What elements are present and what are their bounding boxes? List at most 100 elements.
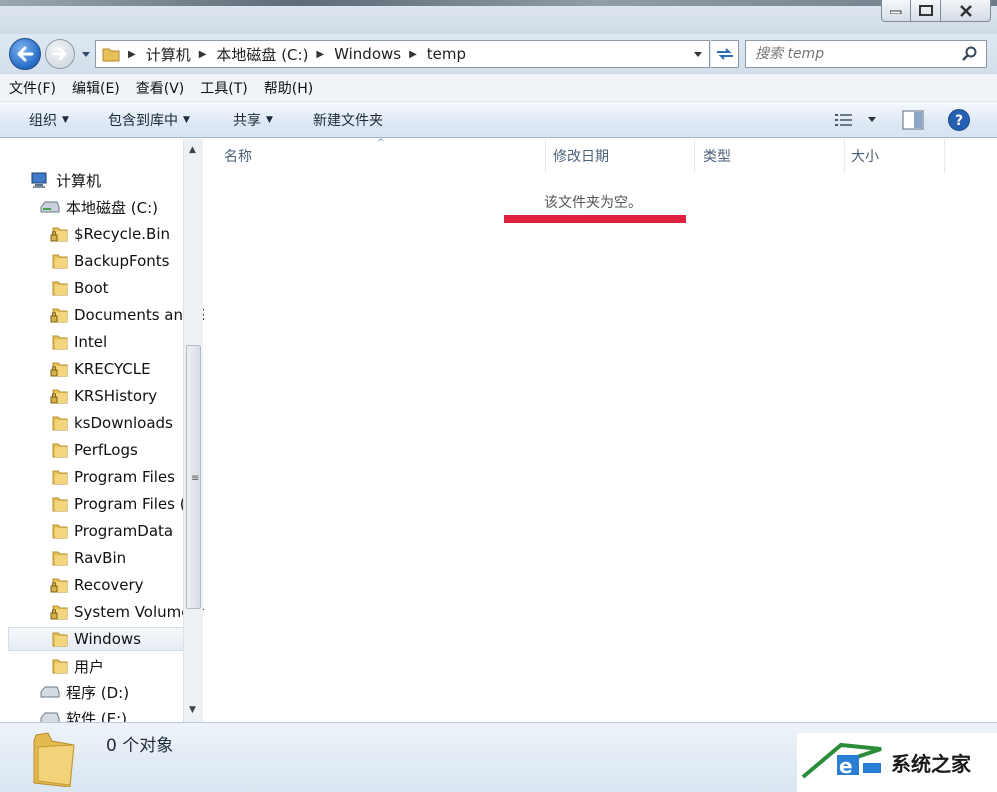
- tree-item-folder[interactable]: ProgramData: [50, 519, 173, 543]
- menu-tools[interactable]: 工具(T): [200, 78, 247, 98]
- computer-icon: [31, 172, 47, 188]
- tree-item-label: BackupFonts: [74, 252, 170, 270]
- view-dropdown-icon[interactable]: [867, 116, 877, 124]
- forward-button[interactable]: [45, 39, 75, 69]
- maximize-icon: [918, 5, 933, 16]
- menu-edit[interactable]: 编辑(E): [72, 78, 120, 98]
- tree-item-folder[interactable]: PerfLogs: [50, 438, 138, 462]
- address-bar[interactable]: ▶ 计算机 ▶ 本地磁盘 (C:) ▶ Windows ▶ temp: [95, 40, 710, 68]
- address-dropdown-icon[interactable]: [693, 51, 703, 59]
- folder-icon: [52, 335, 68, 350]
- column-header-name[interactable]: 名称 ^: [204, 138, 546, 173]
- folder-icon: [52, 659, 68, 674]
- tree-item-folder[interactable]: Program Files: [50, 465, 175, 489]
- navigation-scrollbar[interactable]: ▲ ≡ ▼: [183, 139, 203, 722]
- tree-item-drive-d[interactable]: 程序 (D:): [40, 680, 129, 704]
- tree-item-folder[interactable]: 用户: [50, 654, 104, 678]
- scroll-up-icon[interactable]: ▲: [189, 145, 196, 155]
- forward-arrow-icon: [52, 47, 67, 61]
- breadcrumb-drive-c[interactable]: 本地磁盘 (C:) ▶: [216, 44, 334, 65]
- tree-item-folder[interactable]: System Volume Information: [50, 600, 204, 624]
- tree-item-label: ProgramData: [74, 522, 174, 540]
- locked-folder-icon: [50, 389, 68, 404]
- tree-item-label: 用户: [74, 657, 105, 676]
- preview-pane-icon[interactable]: [902, 110, 924, 130]
- breadcrumb-temp[interactable]: temp: [427, 45, 466, 63]
- column-header-size[interactable]: 大小: [845, 139, 945, 173]
- tree-item-folder[interactable]: KRECYCLE: [50, 357, 151, 381]
- tree-item-folder[interactable]: $Recycle.Bin: [50, 222, 170, 246]
- tree-item-folder[interactable]: Windows: [8, 627, 184, 651]
- locked-folder-icon: [50, 362, 68, 377]
- tree-item-folder[interactable]: Documents and Settings: [50, 303, 204, 327]
- svg-text:e: e: [839, 754, 853, 778]
- scroll-down-icon[interactable]: ▼: [189, 705, 196, 715]
- locked-folder-icon: [50, 578, 68, 593]
- window-controls: [881, 0, 991, 22]
- share-button[interactable]: 共享 ▼: [233, 110, 273, 130]
- menu-file[interactable]: 文件(F): [9, 78, 56, 98]
- title-strip: [0, 0, 997, 6]
- file-list-pane[interactable]: 名称 ^ 修改日期 类型 大小 该文件夹为空。: [204, 138, 997, 722]
- house-logo-icon: e: [801, 742, 882, 779]
- tree-item-drive-e[interactable]: 软件 (E:): [40, 706, 127, 722]
- search-input[interactable]: [755, 41, 955, 67]
- tree-item-folder[interactable]: ksDownloads: [50, 411, 173, 435]
- view-options-icon[interactable]: [834, 112, 854, 128]
- help-icon[interactable]: ?: [947, 108, 971, 132]
- tree-item-folder[interactable]: Intel: [50, 330, 107, 354]
- search-icon[interactable]: [962, 46, 978, 62]
- tree-item-computer[interactable]: 计算机: [30, 168, 101, 192]
- folder-icon: [52, 551, 68, 566]
- new-folder-button[interactable]: 新建文件夹: [313, 110, 383, 130]
- tree-item-folder[interactable]: BackupFonts: [50, 249, 169, 273]
- locked-folder-icon: [50, 308, 68, 323]
- recent-pages-dropdown-icon[interactable]: [80, 50, 92, 60]
- column-header-date[interactable]: 修改日期: [546, 139, 695, 173]
- navigation-pane[interactable]: 计算机 本地磁盘 (C:) $Recycle.Bin BackupFonts Boo…: [8, 139, 204, 722]
- tree-item-label: RavBin: [74, 549, 127, 567]
- command-bar: 组织 ▼ 包含到库中 ▼ 共享 ▼ 新建文件夹 ?: [0, 102, 997, 138]
- drive-icon: [40, 201, 60, 213]
- search-box[interactable]: [745, 40, 987, 68]
- folder-icon: [52, 281, 68, 296]
- drive-icon: [40, 712, 60, 722]
- folder-icon: [52, 416, 68, 431]
- close-button[interactable]: [941, 0, 991, 22]
- large-folder-icon: [33, 732, 75, 787]
- back-button[interactable]: [9, 38, 41, 70]
- refresh-icon: [716, 48, 733, 60]
- menu-view[interactable]: 查看(V): [136, 78, 185, 98]
- tree-item-folder[interactable]: Recovery: [50, 573, 144, 597]
- folder-icon: [52, 254, 68, 269]
- breadcrumb-windows[interactable]: Windows ▶: [334, 45, 427, 63]
- empty-folder-message: 该文件夹为空。: [544, 195, 642, 211]
- column-header-type[interactable]: 类型: [695, 139, 845, 173]
- maximize-button[interactable]: [911, 0, 941, 22]
- folder-icon: [52, 470, 68, 485]
- chevron-down-icon: ▼: [266, 114, 273, 125]
- close-icon: [959, 4, 972, 17]
- tree-item-folder[interactable]: RavBin: [50, 546, 126, 570]
- tree-item-drive-c[interactable]: 本地磁盘 (C:): [40, 195, 158, 219]
- refresh-button[interactable]: [711, 40, 739, 68]
- title-bar: [0, 0, 997, 34]
- tree-item-folder[interactable]: Boot: [50, 276, 109, 300]
- folder-icon: [52, 443, 68, 458]
- menu-help[interactable]: 帮助(H): [264, 78, 313, 98]
- organize-button[interactable]: 组织 ▼: [29, 110, 69, 130]
- back-arrow-icon: [17, 46, 34, 62]
- folder-icon: [52, 632, 68, 647]
- tree-item-label: KRECYCLE: [74, 360, 151, 378]
- breadcrumb-computer[interactable]: 计算机 ▶: [146, 44, 217, 65]
- tree-item-label: KRSHistory: [74, 387, 158, 405]
- tree-item-folder[interactable]: KRSHistory: [50, 384, 157, 408]
- tree-item-folder[interactable]: Program Files (x86): [50, 492, 204, 516]
- minimize-button[interactable]: [881, 0, 911, 22]
- tree-item-label: PerfLogs: [74, 441, 138, 459]
- scrollbar-thumb[interactable]: ≡: [186, 345, 201, 609]
- tree-item-label: Recovery: [74, 576, 144, 594]
- folder-icon: [52, 524, 68, 539]
- include-library-button[interactable]: 包含到库中 ▼: [108, 110, 190, 130]
- chevron-down-icon: ▼: [183, 114, 190, 125]
